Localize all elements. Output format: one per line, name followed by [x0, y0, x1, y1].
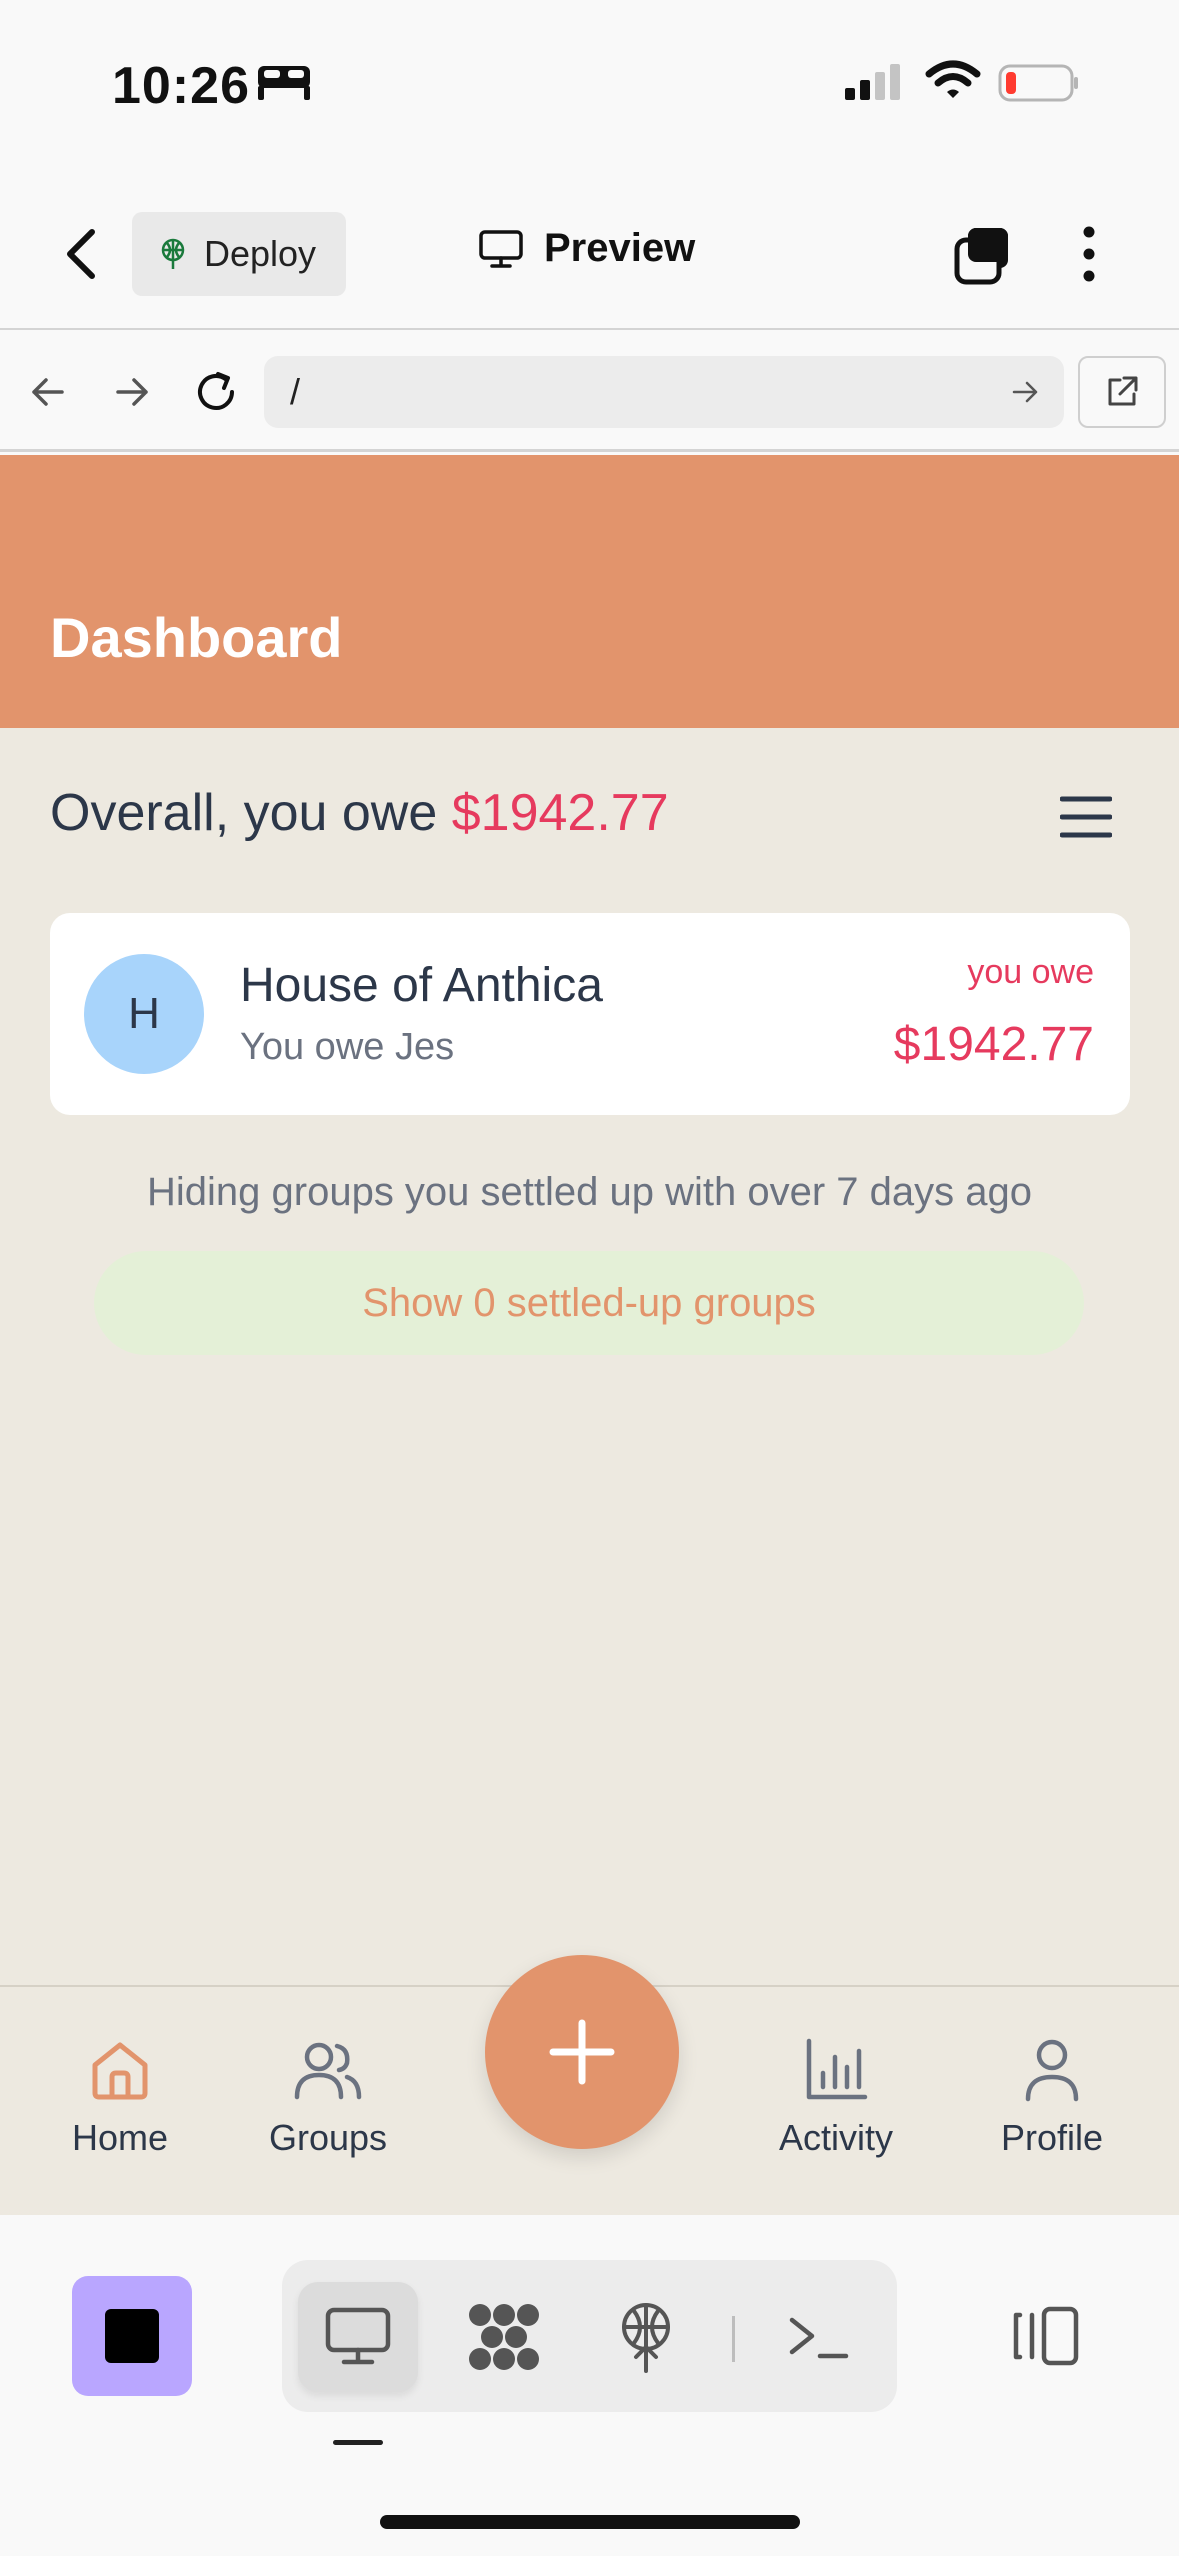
nav-activity[interactable]: Activity: [746, 2037, 926, 2159]
wifi-icon: [925, 60, 981, 98]
nav-activity-label: Activity: [778, 2117, 893, 2158]
cluster-icon: [469, 2304, 539, 2370]
owe-amount: $1942.77: [893, 1018, 1094, 1071]
bed-icon: [258, 66, 310, 100]
tool-switcher: [282, 2260, 897, 2412]
overall-prefix: Overall, you owe: [50, 784, 452, 842]
user-icon: [1025, 2039, 1079, 2102]
hiding-groups-note: Hiding groups you settled up with over 7…: [147, 1170, 1032, 1214]
users-icon: [294, 2042, 362, 2100]
home-icon: [92, 2042, 148, 2100]
nav-home[interactable]: Home: [30, 2037, 210, 2159]
group-subtitle: You owe Jes: [240, 1026, 455, 1068]
tabs-icon[interactable]: [952, 224, 1014, 286]
status-bar: 10:26: [0, 0, 1179, 170]
plus-icon: [549, 2019, 615, 2085]
panel-toggle-icon[interactable]: [1010, 2305, 1082, 2367]
deploy-icon: [161, 238, 185, 269]
agent-button[interactable]: [72, 2276, 192, 2396]
monitor-icon: [479, 229, 523, 268]
home-indicator: [380, 2515, 800, 2529]
preview-tab[interactable]: Preview: [478, 226, 695, 271]
ide-toolbar: [0, 2215, 1179, 2556]
more-vertical-icon[interactable]: [1074, 224, 1104, 284]
reload-icon[interactable]: [192, 368, 240, 416]
deploy-icon: [622, 2303, 670, 2373]
bar-chart-icon: [806, 2038, 868, 2100]
overall-amount: $1942.77: [451, 784, 669, 842]
battery-low-icon: [998, 64, 1078, 102]
preview-page: Dashboard Overall, you owe $1942.77 H Ho…: [0, 455, 1179, 2215]
add-expense-button[interactable]: [485, 1955, 679, 2149]
arrow-right-icon[interactable]: [112, 372, 152, 412]
nav-groups[interactable]: Groups: [238, 2037, 418, 2159]
active-tab-indicator: [333, 2440, 383, 2445]
overall-balance: Overall, you owe $1942.77: [50, 783, 669, 843]
stop-square-icon: [105, 2309, 159, 2363]
nav-home-label: Home: [71, 2117, 169, 2158]
shell-tool-button[interactable]: [758, 2282, 878, 2392]
owe-status-label: you owe: [967, 953, 1094, 991]
deploy-tool-button[interactable]: [586, 2282, 706, 2392]
status-time: 10:26: [112, 57, 250, 115]
tool-divider: [732, 2316, 735, 2362]
database-tool-button[interactable]: [444, 2282, 564, 2392]
nav-profile[interactable]: Profile: [962, 2037, 1142, 2159]
deploy-button[interactable]: Deploy: [132, 212, 346, 296]
external-link-icon: [1108, 376, 1138, 406]
open-external-button[interactable]: [1078, 356, 1166, 428]
url-text: /: [290, 371, 301, 412]
monitor-icon: [325, 2307, 391, 2365]
group-name: House of Anthica: [240, 959, 603, 1012]
nav-profile-label: Profile: [1000, 2117, 1104, 2158]
group-card[interactable]: H House of Anthica You owe Jes you owe $…: [50, 913, 1130, 1115]
page-title: Dashboard: [50, 606, 343, 669]
chevron-left-icon[interactable]: [62, 226, 102, 282]
nav-groups-label: Groups: [268, 2117, 388, 2158]
url-input[interactable]: /: [264, 356, 1064, 428]
avatar: H: [84, 954, 204, 1074]
go-arrow-icon[interactable]: [1010, 377, 1040, 407]
terminal-icon: [789, 2317, 849, 2359]
preview-label: Preview: [544, 226, 696, 270]
arrow-left-icon[interactable]: [28, 372, 68, 412]
url-bar: /: [0, 332, 1179, 452]
cellular-signal-icon: [845, 64, 900, 100]
preview-tool-button[interactable]: [298, 2282, 418, 2392]
menu-icon[interactable]: [1060, 795, 1112, 839]
app-toolbar: Deploy Preview: [0, 170, 1179, 330]
show-settled-button[interactable]: Show 0 settled-up groups: [94, 1251, 1084, 1355]
deploy-label: Deploy: [204, 233, 317, 274]
page-header: Dashboard: [0, 455, 1179, 728]
